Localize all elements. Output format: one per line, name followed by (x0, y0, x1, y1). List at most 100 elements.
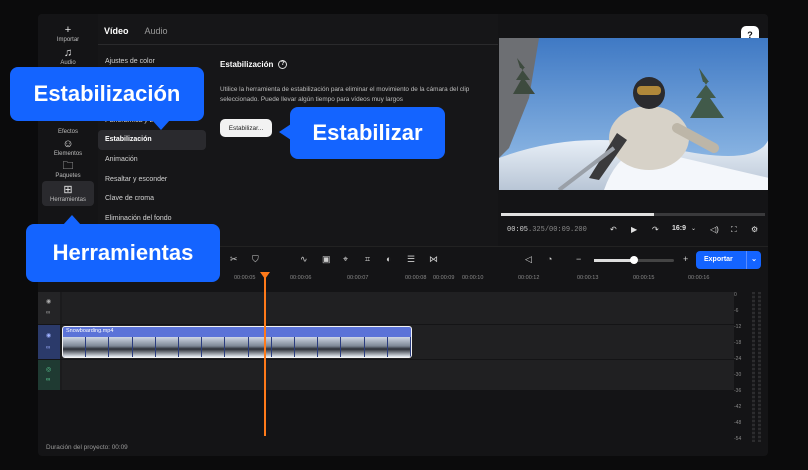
zoom-knob[interactable] (630, 256, 638, 264)
help-circle-icon[interactable]: ? (278, 60, 288, 70)
video-clip[interactable]: Snowboarding.mp4 (62, 326, 412, 358)
undo-icon[interactable]: ↶ (610, 225, 617, 234)
play-icon[interactable]: ▶ (631, 225, 637, 234)
playback-time: 00:05.325/00:09.200 (507, 226, 587, 234)
ruler-tick-label: 00:00:05 (234, 275, 256, 281)
adjust-icon[interactable]: ☰ (407, 254, 415, 265)
clip-thumbnail (387, 337, 411, 357)
callout-tools: Herramientas (26, 224, 220, 282)
clip-name: Snowboarding.mp4 (66, 328, 114, 334)
meter-bar-left (752, 292, 755, 442)
settings-icon[interactable]: ⚙ (751, 225, 758, 234)
eye-icon[interactable]: ◉ (46, 332, 51, 339)
chevron-down-icon[interactable]: ⌄ (691, 225, 696, 232)
zoom-in-icon[interactable]: + (683, 254, 688, 264)
rail-item-elements[interactable]: ☺ Elementos (42, 138, 94, 157)
aspect-ratio-select[interactable]: 16:9 (672, 225, 686, 232)
link-icon[interactable]: ∞ (46, 310, 50, 316)
rail-item-packs[interactable]: 🗀 Paquetes (42, 160, 94, 179)
ruler-tick-label: 00:00:07 (347, 275, 369, 281)
playhead[interactable] (264, 274, 266, 436)
ruler-tick-label: 00:00:13 (577, 275, 599, 281)
stabilize-button[interactable]: Estabilizar... (220, 119, 272, 137)
export-label: Exportar (704, 256, 733, 263)
clip-thumbnail (271, 337, 296, 357)
clip-thumbnail (86, 337, 110, 357)
meter-label: -18 (734, 340, 742, 346)
ruler-tick-label: 00:00:09 (433, 275, 455, 281)
menu-item-highlight[interactable]: Resaltar y esconder (98, 170, 210, 190)
tab-audio[interactable]: Audio (145, 26, 168, 36)
clip-thumbnail (295, 337, 319, 357)
transition-icon[interactable]: ⋈ (429, 254, 438, 265)
clip-thumbnail (109, 337, 133, 357)
rail-label-effects: Efectos (57, 129, 78, 135)
clip-thumbnails (63, 337, 411, 357)
track-lane-audio[interactable] (62, 360, 734, 390)
clip-thumbnail (63, 337, 87, 357)
rail-item-import[interactable]: + Importar (42, 24, 94, 43)
detail-description: Utilice la herramienta de estabilización… (220, 86, 470, 104)
time-current-ms: .325 (528, 226, 545, 234)
rail-item-tools[interactable]: ⊞ Herramientas (42, 181, 94, 206)
menu-item-chroma-key[interactable]: Clave de croma (98, 189, 210, 209)
ruler-tick-label: 00:00:16 (688, 275, 710, 281)
scissors-icon[interactable]: ✂ (230, 254, 238, 265)
audio-wave-icon[interactable]: ∿ (300, 254, 308, 265)
overlay-icon[interactable]: ▣ (322, 254, 331, 265)
tab-divider (98, 44, 498, 45)
meter-label: -12 (734, 324, 742, 330)
track-header: ◉ ∞ (38, 292, 60, 324)
fullscreen-icon[interactable]: ⛶ (731, 225, 737, 235)
volume-icon[interactable]: ◁) (710, 225, 719, 234)
clip-thumbnail (341, 337, 365, 357)
clip-thumbnail (364, 337, 388, 357)
track-lane[interactable] (62, 292, 734, 324)
ruler-tick-label: 00:00:15 (633, 275, 655, 281)
meter-label: -54 (734, 436, 742, 442)
snowboarder-frame (499, 38, 768, 190)
left-rail: + Importar ♫ Audio ✦ Efectos ☺ Elementos… (38, 14, 98, 246)
rail-label-elements: Elementos (53, 151, 83, 157)
detail-title: Estabilización (220, 60, 274, 69)
clip-thumbnail (202, 337, 226, 357)
tools-grid-icon: ⊞ (63, 184, 73, 196)
clip-thumbnail (225, 337, 249, 357)
speed-icon[interactable]: ◔ (547, 254, 552, 264)
rail-item-audio[interactable]: ♫ Audio (42, 47, 94, 66)
stabilization-detail: Estabilización? Utilice la herramienta d… (220, 60, 490, 105)
focus-icon[interactable]: ⌖ (343, 254, 348, 265)
seek-bar-fill (501, 213, 655, 216)
audio-detach-icon[interactable]: ◁ (525, 254, 532, 265)
callout-stabilization: Estabilización (10, 67, 204, 121)
clip-thumbnail (155, 337, 180, 357)
menu-item-stabilization[interactable]: Estabilización (98, 130, 206, 150)
color-icon[interactable]: ◐ (386, 254, 391, 264)
track-header-video: ◉ ∞ (38, 325, 60, 359)
menu-item-animation[interactable]: Animación (98, 150, 210, 170)
plus-icon: + (64, 24, 72, 36)
meter-label: 0 (734, 292, 737, 298)
shield-icon[interactable]: ⛉ (252, 254, 259, 265)
camera-icon[interactable]: ◎ (46, 366, 51, 373)
link-icon[interactable]: ∞ (46, 377, 50, 383)
callout-stabilize: Estabilizar (290, 107, 445, 159)
time-current: 00:05 (507, 226, 529, 234)
zoom-out-icon[interactable]: − (576, 254, 581, 264)
rail-label-packs: Paquetes (55, 173, 81, 179)
crop-icon[interactable]: ⌗ (365, 254, 370, 265)
track-audio: ◎ ∞ (38, 360, 734, 390)
link-icon[interactable]: ∞ (46, 345, 50, 351)
export-dropdown-icon[interactable]: ⌄ (746, 251, 761, 269)
rail-label-audio: Audio (60, 60, 76, 66)
seek-bar[interactable] (501, 213, 765, 216)
tab-video[interactable]: Vídeo (104, 26, 129, 36)
export-button[interactable]: Exportar ⌄ (696, 251, 761, 269)
eye-icon[interactable]: ◉ (46, 298, 51, 305)
meter-label: -36 (734, 388, 742, 394)
ruler-tick-label: 00:00:08 (405, 275, 427, 281)
preview-pane: ? 00:05.325/00:09.200 ↶ ▶ ↷ 16:9 ⌄ ◁) ⛶ … (498, 14, 768, 246)
redo-icon[interactable]: ↷ (652, 225, 659, 234)
rail-label-tools: Herramientas (49, 197, 86, 203)
meter-label: -6 (734, 308, 739, 314)
